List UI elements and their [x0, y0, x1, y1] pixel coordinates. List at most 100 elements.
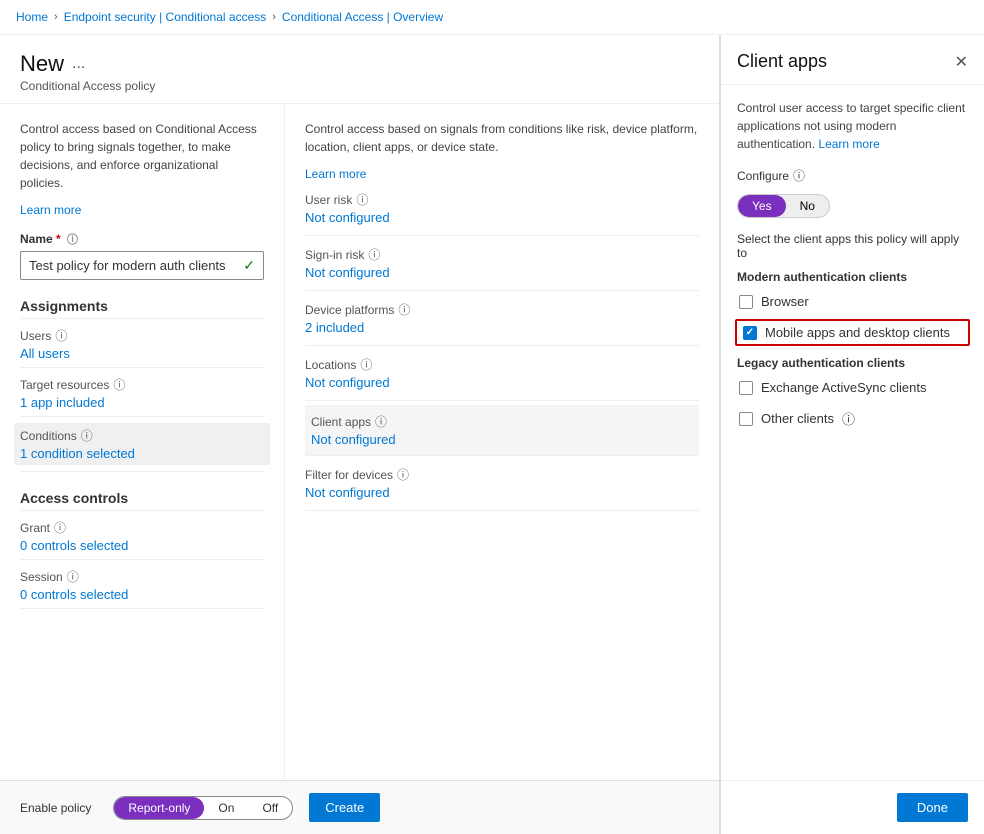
legacy-auth-label: Legacy authentication clients [737, 356, 968, 370]
client-apps-value[interactable]: Not configured [311, 432, 693, 447]
conditions-label: Conditions ⓘ [20, 427, 264, 444]
filter-devices-value[interactable]: Not configured [305, 485, 699, 500]
left-panel: New ... Conditional Access policy Contro… [0, 35, 720, 834]
breadcrumb: Home › Endpoint security | Conditional a… [0, 0, 984, 35]
user-risk-info-icon[interactable]: ⓘ [356, 191, 368, 208]
session-info-icon[interactable]: ⓘ [67, 568, 79, 585]
client-apps-label: Client apps ⓘ [311, 413, 693, 430]
breadcrumb-endpoint[interactable]: Endpoint security | Conditional access [64, 10, 267, 24]
left-description: Control access based on Conditional Acce… [20, 120, 264, 192]
other-clients-checkbox[interactable] [739, 412, 753, 426]
on-option[interactable]: On [204, 797, 248, 819]
report-only-option[interactable]: Report-only [114, 797, 204, 819]
apply-label: Select the client apps this policy will … [737, 232, 968, 260]
conditions-row[interactable]: Conditions ⓘ 1 condition selected [14, 423, 270, 465]
session-value[interactable]: 0 controls selected [20, 587, 264, 602]
panel-title: Client apps [737, 51, 827, 72]
user-risk-label: User risk ⓘ [305, 191, 699, 208]
browser-label: Browser [761, 294, 809, 309]
users-info-icon[interactable]: ⓘ [55, 327, 67, 344]
device-platforms-info-icon[interactable]: ⓘ [398, 301, 410, 318]
breadcrumb-sep-1: › [54, 11, 58, 23]
device-platforms-label: Device platforms ⓘ [305, 301, 699, 318]
other-clients-label: Other clients [761, 411, 834, 426]
name-info-icon[interactable]: ⓘ [67, 234, 78, 246]
left-column: Control access based on Conditional Acce… [0, 104, 285, 780]
page-subtitle: Conditional Access policy [20, 79, 699, 93]
signin-risk-info-icon[interactable]: ⓘ [368, 246, 380, 263]
panel-description: Control user access to target specific c… [737, 99, 968, 153]
exchange-checkbox-row: Exchange ActiveSync clients [737, 376, 968, 399]
filter-devices-label: Filter for devices ⓘ [305, 466, 699, 483]
filter-devices-row: Filter for devices ⓘ Not configured [305, 466, 699, 511]
off-option[interactable]: Off [248, 797, 292, 819]
exchange-checkbox[interactable] [739, 381, 753, 395]
policy-toggle-group[interactable]: Report-only On Off [113, 796, 293, 820]
target-resources-value[interactable]: 1 app included [20, 395, 264, 410]
mobile-apps-checkbox[interactable] [743, 326, 757, 340]
access-controls-title: Access controls [20, 490, 264, 511]
users-row: Users ⓘ All users [20, 327, 264, 361]
grant-row: Grant ⓘ 0 controls selected [20, 519, 264, 553]
modern-auth-label: Modern authentication clients [737, 270, 968, 284]
more-options-icon[interactable]: ... [72, 55, 85, 73]
bottom-bar: Enable policy Report-only On Off Create [0, 780, 719, 834]
panel-header: Client apps ✕ [721, 35, 984, 85]
create-button[interactable]: Create [309, 793, 380, 822]
breadcrumb-home[interactable]: Home [16, 10, 48, 24]
session-row: Session ⓘ 0 controls selected [20, 568, 264, 602]
target-resources-info-icon[interactable]: ⓘ [113, 376, 125, 393]
user-risk-row: User risk ⓘ Not configured [305, 191, 699, 236]
grant-value[interactable]: 0 controls selected [20, 538, 264, 553]
yes-no-toggle[interactable]: Yes No [737, 194, 830, 218]
breadcrumb-sep-2: › [272, 11, 276, 23]
page-title: New ... [20, 51, 699, 77]
check-icon: ✓ [243, 257, 255, 274]
done-button[interactable]: Done [897, 793, 968, 822]
left-learn-more-link[interactable]: Learn more [20, 203, 81, 217]
grant-info-icon[interactable]: ⓘ [54, 519, 66, 536]
device-platforms-value[interactable]: 2 included [305, 320, 699, 335]
page-header: New ... Conditional Access policy [0, 35, 719, 104]
users-value[interactable]: All users [20, 346, 264, 361]
right-learn-more-link[interactable]: Learn more [305, 167, 366, 181]
no-toggle[interactable]: No [786, 195, 829, 217]
locations-info-icon[interactable]: ⓘ [360, 356, 372, 373]
conditions-info-icon[interactable]: ⓘ [81, 427, 93, 444]
assignments-title: Assignments [20, 298, 264, 319]
configure-row: Configure ⓘ [737, 167, 968, 184]
panel-learn-more-link[interactable]: Learn more [818, 137, 879, 151]
required-indicator: * [56, 232, 61, 246]
name-input[interactable]: Test policy for modern auth clients ✓ [20, 251, 264, 280]
locations-label: Locations ⓘ [305, 356, 699, 373]
grant-label: Grant ⓘ [20, 519, 264, 536]
client-apps-row[interactable]: Client apps ⓘ Not configured [305, 405, 699, 456]
close-panel-button[interactable]: ✕ [955, 52, 968, 72]
right-description: Control access based on signals from con… [305, 120, 699, 156]
browser-checkbox[interactable] [739, 295, 753, 309]
browser-checkbox-row: Browser [737, 290, 968, 313]
name-field-label: Name * ⓘ [20, 231, 264, 247]
yes-toggle[interactable]: Yes [738, 195, 786, 217]
target-resources-row: Target resources ⓘ 1 app included [20, 376, 264, 410]
user-risk-value[interactable]: Not configured [305, 210, 699, 225]
target-resources-label: Target resources ⓘ [20, 376, 264, 393]
signin-risk-row: Sign-in risk ⓘ Not configured [305, 246, 699, 291]
conditions-value[interactable]: 1 condition selected [20, 446, 264, 461]
users-label: Users ⓘ [20, 327, 264, 344]
locations-value[interactable]: Not configured [305, 375, 699, 390]
mobile-apps-checkbox-row: Mobile apps and desktop clients [735, 319, 970, 346]
session-label: Session ⓘ [20, 568, 264, 585]
client-apps-info-icon[interactable]: ⓘ [375, 413, 387, 430]
filter-devices-info-icon[interactable]: ⓘ [397, 466, 409, 483]
signin-risk-label: Sign-in risk ⓘ [305, 246, 699, 263]
configure-info-icon[interactable]: ⓘ [793, 167, 805, 184]
breadcrumb-overview[interactable]: Conditional Access | Overview [282, 10, 443, 24]
panel-footer: Done [721, 780, 984, 834]
signin-risk-value[interactable]: Not configured [305, 265, 699, 280]
other-clients-checkbox-row: Other clients ⓘ [737, 405, 968, 432]
other-clients-info-icon[interactable]: ⓘ [842, 409, 855, 428]
exchange-label: Exchange ActiveSync clients [761, 380, 926, 395]
client-apps-panel: Client apps ✕ Control user access to tar… [720, 35, 984, 834]
locations-row: Locations ⓘ Not configured [305, 356, 699, 401]
